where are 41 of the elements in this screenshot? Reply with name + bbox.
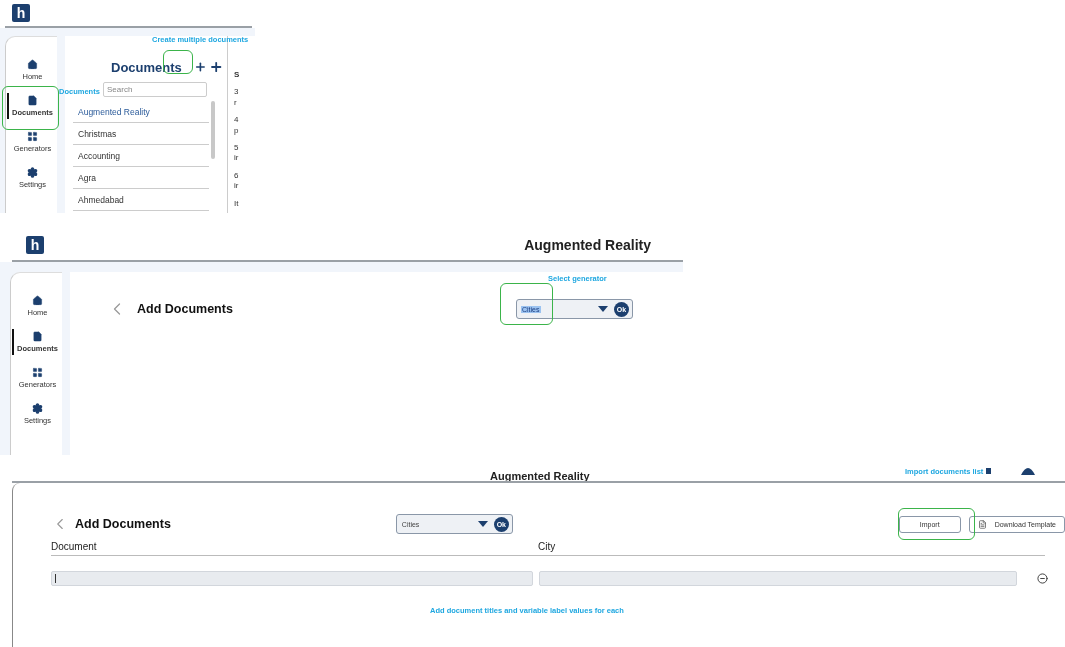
home-icon <box>32 295 43 306</box>
cut-off-text: 5 <box>234 143 240 153</box>
input-field[interactable] <box>539 571 1017 586</box>
document-icon <box>27 95 38 106</box>
document-item[interactable]: Augmented Reality <box>73 101 209 123</box>
page-header-title: Augmented Reality <box>524 237 651 253</box>
cut-off-text: ir <box>234 154 240 163</box>
scrollbar[interactable] <box>211 101 215 159</box>
logo: h <box>26 236 44 254</box>
cut-off-text: ir <box>234 182 240 191</box>
cut-off-text: r <box>234 98 238 108</box>
home-icon <box>27 59 38 70</box>
cut-off-text: 3 <box>234 88 240 97</box>
settings-icon <box>27 167 38 178</box>
cut-off-text: S <box>234 71 241 80</box>
document-item[interactable]: Christmas <box>73 123 209 145</box>
document-item[interactable]: Agra <box>73 167 209 189</box>
documents-title: Documents <box>111 59 182 75</box>
highlight-frame <box>500 283 553 325</box>
grid-icon <box>32 367 43 378</box>
cut-off-text: 4 <box>234 116 240 125</box>
remove-icon[interactable] <box>1037 573 1048 584</box>
document-icon <box>977 519 987 529</box>
cut-off-text: 6 <box>234 171 240 181</box>
column-header: Document <box>51 541 98 552</box>
document-icon <box>32 331 43 342</box>
caret-icon <box>477 521 488 527</box>
logo: h <box>12 4 30 22</box>
grid-icon <box>27 131 38 142</box>
document-item[interactable]: Accounting <box>73 145 209 167</box>
cut-off-text: p <box>234 126 240 135</box>
search-field[interactable]: Search <box>103 82 207 97</box>
settings-icon <box>32 403 43 414</box>
caret-icon <box>598 306 608 312</box>
cut-off-text: It <box>234 199 240 208</box>
column-header: City <box>538 541 557 552</box>
input-field[interactable] <box>51 571 533 586</box>
page-title: Add Documents <box>137 302 233 316</box>
page-title: Add Documents <box>75 517 171 531</box>
highlight-frame <box>2 86 59 130</box>
document-item[interactable]: Ahmedabad <box>73 189 209 211</box>
